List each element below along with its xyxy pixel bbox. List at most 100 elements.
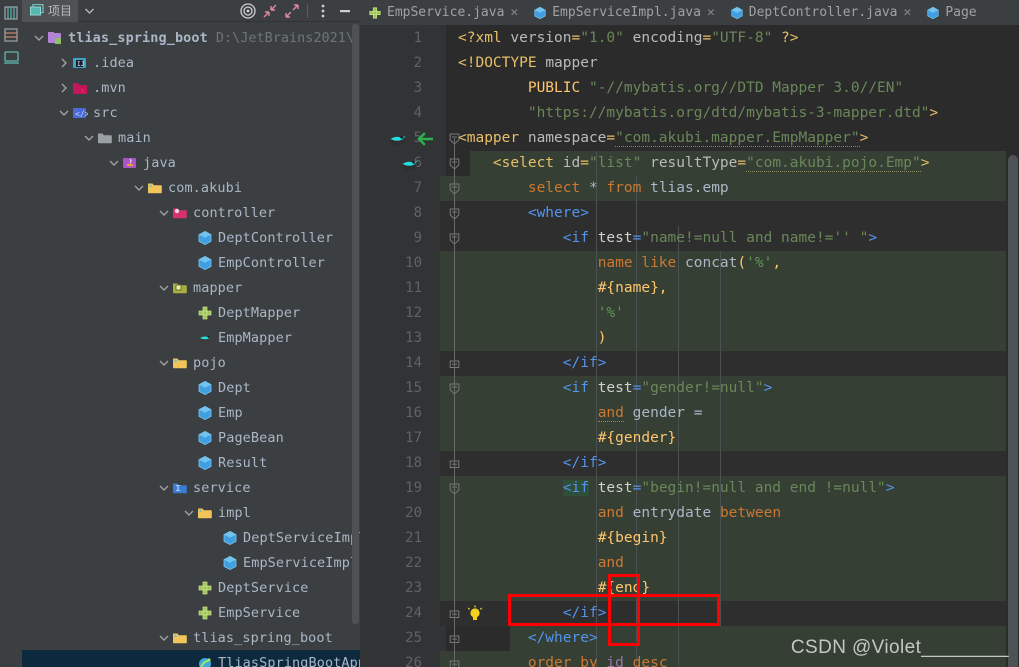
expand-arrows-icon[interactable] xyxy=(281,0,303,22)
tree-expand-arrow[interactable] xyxy=(182,250,196,275)
project-tree[interactable]: tlias_spring_boot D:\JetBrains2021\ IJ .ide… xyxy=(22,22,360,667)
editor-tab-bar[interactable]: EmpService.java ✕ EmpServiceImpl.java ✕ Dept… xyxy=(360,0,1019,25)
tree-item-deptcontroller[interactable]: DeptController xyxy=(22,225,360,250)
project-tab-dropdown-icon[interactable] xyxy=(78,0,100,22)
tree-expand-arrow[interactable] xyxy=(182,450,196,475)
tree-item-com-akubi[interactable]: com.akubi xyxy=(22,175,360,200)
tree-expand-arrow[interactable] xyxy=(182,575,196,600)
editor-tab-empserviceimpl-java[interactable]: EmpServiceImpl.java ✕ xyxy=(525,0,722,25)
intention-bulb-icon[interactable] xyxy=(464,601,486,626)
tree-item-mapper[interactable]: mapper xyxy=(22,275,360,300)
tree-expand-arrow[interactable] xyxy=(57,75,71,100)
tree-item-tlias-spring-boot[interactable]: tlias_spring_boot xyxy=(22,625,360,650)
editor-marker-strip[interactable] xyxy=(1006,50,1019,667)
code-line[interactable]: order by id desc xyxy=(458,651,668,667)
code-line[interactable]: name like concat('%', xyxy=(458,251,781,276)
code-line[interactable]: <?xml version="1.0" encoding="UTF-8" ?> xyxy=(458,26,799,51)
code-line[interactable]: and entrydate between xyxy=(458,501,781,526)
code-line[interactable]: "https://mybatis.org/dtd/mybatis-3-mappe… xyxy=(458,101,938,126)
code-line[interactable]: #{begin} xyxy=(458,526,668,551)
tree-item-empserviceimpl[interactable]: EmpServiceImpl xyxy=(22,550,360,575)
tree-item-empservice[interactable]: EmpService xyxy=(22,600,360,625)
code-line[interactable]: '%' xyxy=(458,301,624,326)
tree-expand-arrow[interactable] xyxy=(157,350,171,375)
tree-expand-arrow[interactable] xyxy=(182,225,196,250)
tree-item-java[interactable]: java xyxy=(22,150,360,175)
code-line[interactable]: #{end} xyxy=(458,576,650,601)
tree-expand-arrow[interactable] xyxy=(182,500,196,525)
tree-expand-arrow[interactable] xyxy=(182,650,196,667)
tree-expand-arrow[interactable] xyxy=(132,175,146,200)
code-line[interactable]: </if> xyxy=(458,351,607,376)
tree-item-dept[interactable]: Dept xyxy=(22,375,360,400)
tree-item-pagebean[interactable]: PageBean xyxy=(22,425,360,450)
tree-expand-arrow[interactable] xyxy=(157,200,171,225)
code-line[interactable]: <if test="name!=null and name!='' "> xyxy=(458,226,877,251)
tree-item-result[interactable]: Result xyxy=(22,450,360,475)
close-icon[interactable]: ✕ xyxy=(904,5,912,20)
close-icon[interactable]: ✕ xyxy=(510,5,518,20)
code-line[interactable]: </where> xyxy=(458,626,598,651)
tree-expand-arrow[interactable] xyxy=(107,150,121,175)
code-line[interactable]: #{name}, xyxy=(458,276,668,301)
tree-expand-arrow[interactable] xyxy=(207,525,221,550)
code-line[interactable]: #{gender} xyxy=(458,426,677,451)
code-line[interactable]: <!DOCTYPE mapper xyxy=(458,51,598,76)
terminal-icon[interactable] xyxy=(0,46,22,68)
tree-item--idea[interactable]: IJ .idea xyxy=(22,50,360,75)
code-line[interactable]: <mapper namespace="com.akubi.mapper.EmpM… xyxy=(458,126,868,151)
tree-item-main[interactable]: main xyxy=(22,125,360,150)
tree-item-empmapper[interactable]: EmpMapper xyxy=(22,325,360,350)
tree-expand-arrow[interactable] xyxy=(157,475,171,500)
tree-expand-arrow[interactable] xyxy=(182,375,196,400)
tree-item-emp[interactable]: Emp xyxy=(22,400,360,425)
tree-item-service[interactable]: Σservice xyxy=(22,475,360,500)
tree-expand-arrow[interactable] xyxy=(57,100,71,125)
tree-expand-arrow[interactable] xyxy=(182,425,196,450)
tree-item-empcontroller[interactable]: EmpController xyxy=(22,250,360,275)
tree-item-deptserviceimpl[interactable]: DeptServiceImpl xyxy=(22,525,360,550)
code-line[interactable]: <if test="gender!=null"> xyxy=(458,376,773,401)
tree-expand-arrow[interactable] xyxy=(182,600,196,625)
bookmarks-icon[interactable] xyxy=(0,24,22,46)
code-line[interactable]: <select id="list" resultType="com.akubi.… xyxy=(458,151,929,176)
tree-item-deptservice[interactable]: DeptService xyxy=(22,575,360,600)
editor-tab-deptcontroller-java[interactable]: DeptController.java ✕ xyxy=(722,0,919,25)
code-editor[interactable]: 1 <?xml version="1.0" encoding="UTF-8" ?>… xyxy=(360,25,1019,667)
code-line[interactable]: <where> xyxy=(458,201,589,226)
code-line[interactable]: and xyxy=(458,551,624,576)
project-tree-scrollbar[interactable] xyxy=(352,24,359,624)
tree-item-tliasspringbootapplic[interactable]: TliasSpringBootApplic xyxy=(22,650,360,667)
tree-expand-arrow[interactable] xyxy=(182,325,196,350)
mybatis-statement-icon[interactable] xyxy=(386,126,408,151)
tree-item-tlias-spring-boot[interactable]: tlias_spring_boot D:\JetBrains2021\ xyxy=(22,25,360,50)
tree-item-deptmapper[interactable]: DeptMapper xyxy=(22,300,360,325)
code-line[interactable]: select * from tlias.emp xyxy=(458,176,729,201)
tree-expand-arrow[interactable] xyxy=(82,125,96,150)
project-tab[interactable]: 项目 xyxy=(22,0,79,22)
target-icon[interactable] xyxy=(237,0,259,22)
editor-tab-empservice-java[interactable]: EmpService.java ✕ xyxy=(360,0,525,25)
code-line[interactable]: ) xyxy=(458,326,607,351)
tree-expand-arrow[interactable] xyxy=(57,50,71,75)
tree-item-pojo[interactable]: pojo xyxy=(22,350,360,375)
navigate-back-arrow-icon[interactable] xyxy=(412,126,434,151)
tree-expand-arrow[interactable] xyxy=(182,300,196,325)
close-icon[interactable]: ✕ xyxy=(707,5,715,20)
tree-item-src[interactable]: </> src xyxy=(22,100,360,125)
tree-item-impl[interactable]: impl xyxy=(22,500,360,525)
more-vertical-icon[interactable] xyxy=(312,0,334,22)
code-line[interactable]: and gender = xyxy=(458,401,702,426)
tree-item-controller[interactable]: controller xyxy=(22,200,360,225)
tree-expand-arrow[interactable] xyxy=(207,550,221,575)
tree-item--mvn[interactable]: .mvn xyxy=(22,75,360,100)
tree-expand-arrow[interactable] xyxy=(157,625,171,650)
mybatis-statement-icon[interactable] xyxy=(398,151,420,176)
tree-expand-arrow[interactable] xyxy=(32,25,46,50)
structure-icon[interactable] xyxy=(0,2,22,24)
tree-expand-arrow[interactable] xyxy=(157,275,171,300)
code-line[interactable]: PUBLIC "-//mybatis.org//DTD Mapper 3.0//… xyxy=(458,76,903,101)
collapse-arrows-icon[interactable] xyxy=(259,0,281,22)
code-line[interactable]: <if test="begin!=null and end !=null"> xyxy=(458,476,895,501)
code-line[interactable]: </if> xyxy=(458,451,607,476)
